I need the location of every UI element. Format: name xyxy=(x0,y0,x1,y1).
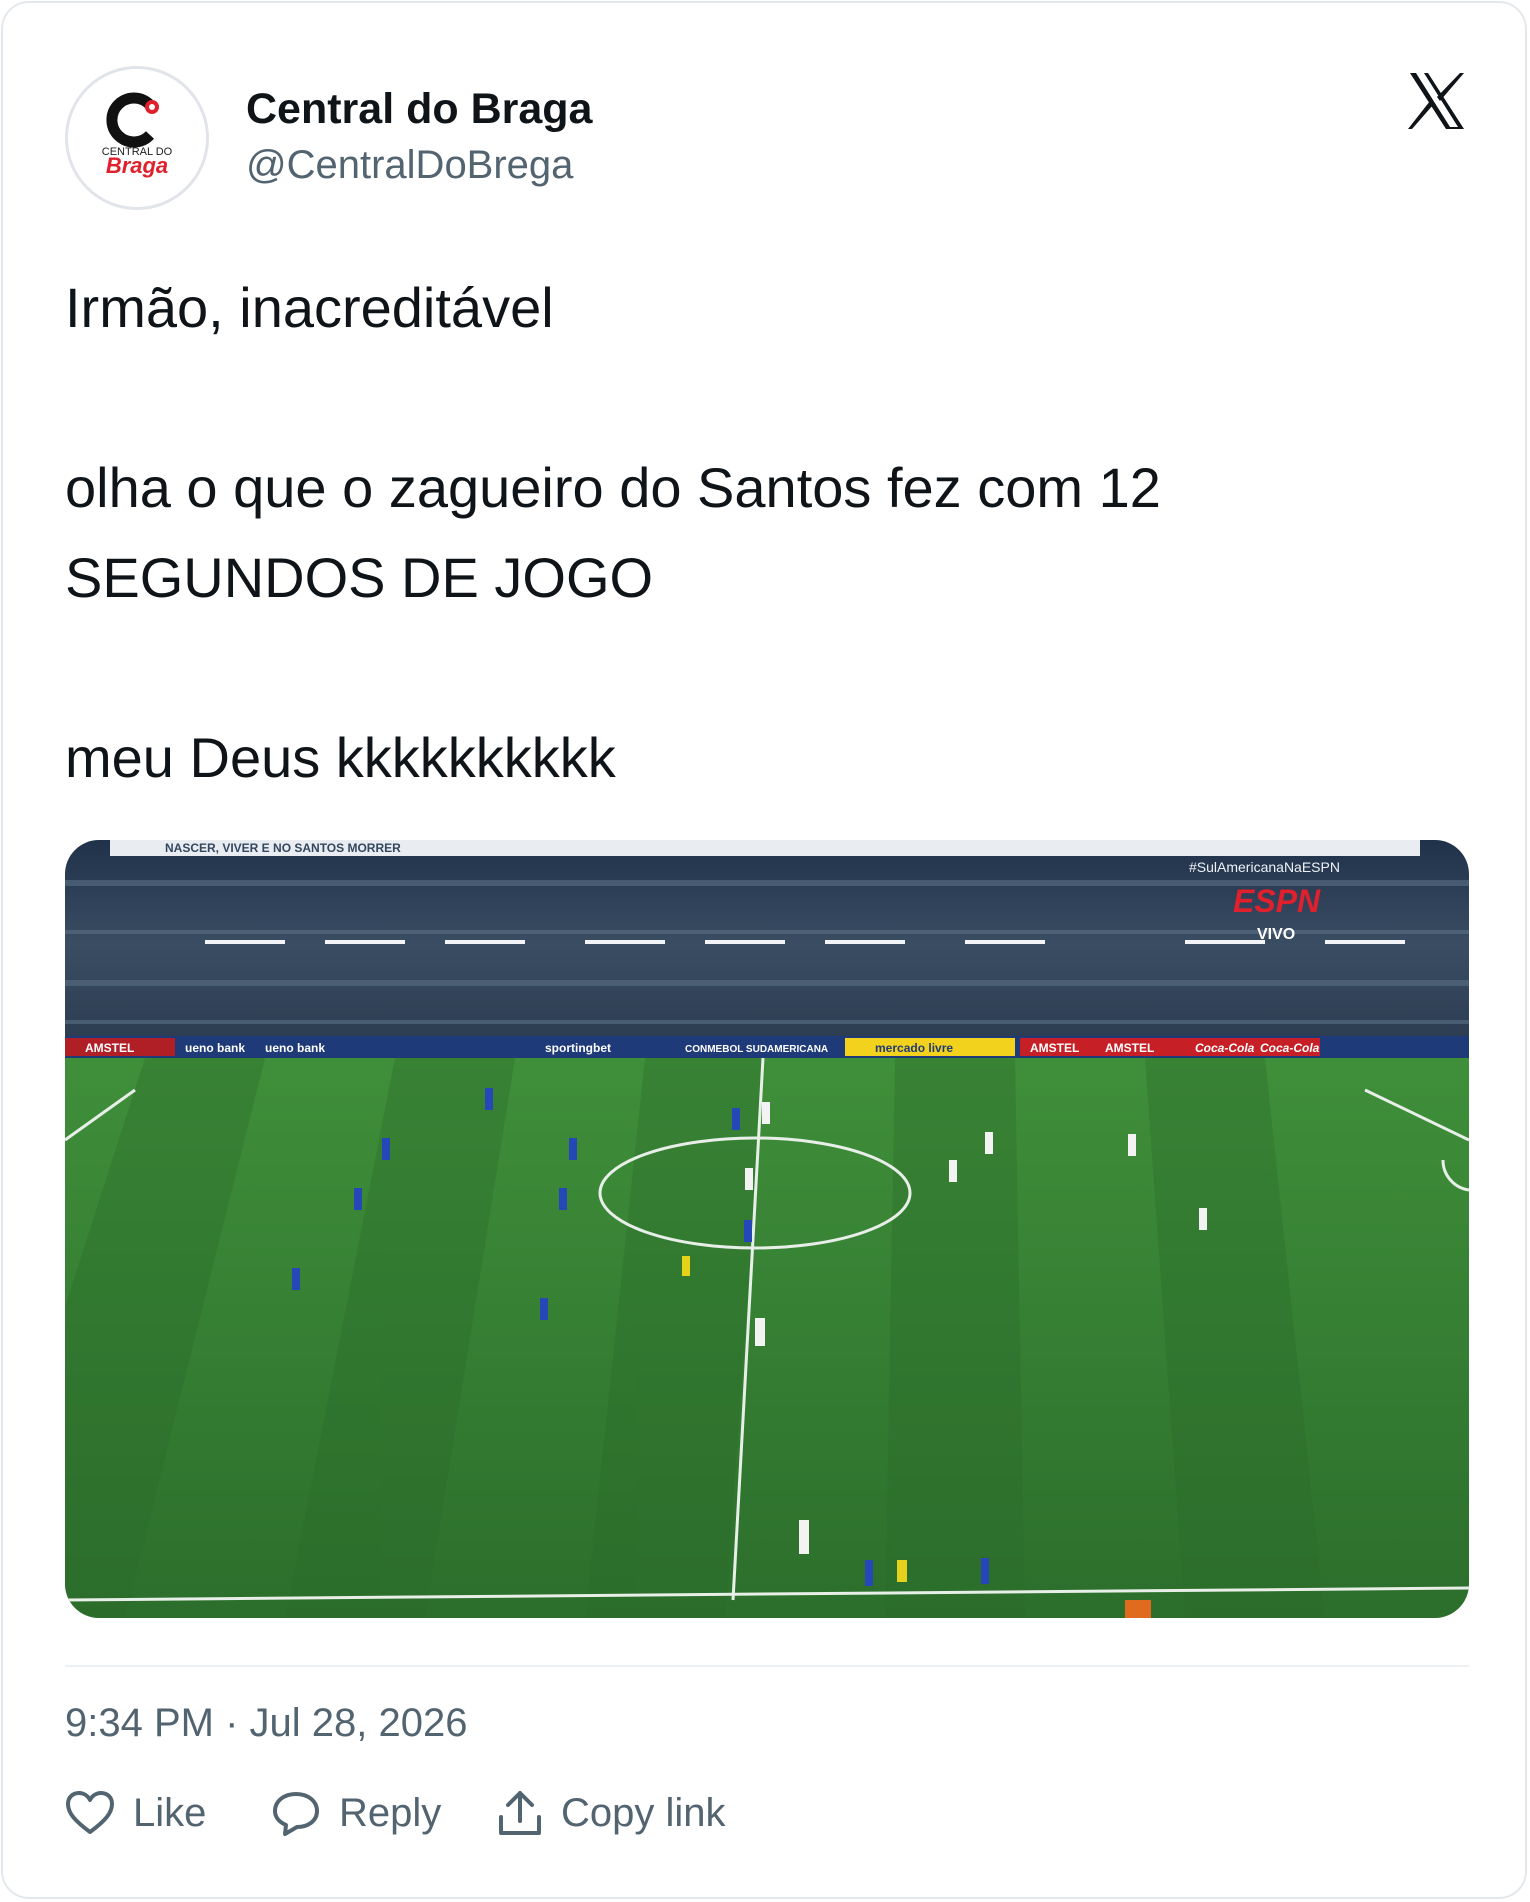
avatar-text-bottom: Braga xyxy=(106,153,168,178)
tweet-card: CENTRAL DO Braga Central do Braga @Centr… xyxy=(1,1,1527,1899)
tweet-text: Irmão, inacreditável olha o que o zaguei… xyxy=(65,276,1161,789)
x-logo-icon[interactable] xyxy=(1406,71,1466,131)
ad-board-6: mercado livre xyxy=(875,1041,953,1055)
tweet-timestamp[interactable]: 9:34 PM · Jul 28, 2026 xyxy=(65,1701,467,1746)
live-label: VIVO xyxy=(1257,926,1295,943)
ad-board-2: ueno bank xyxy=(185,1041,245,1055)
author-handle[interactable]: @CentralDoBrega xyxy=(246,143,573,188)
speech-bubble-icon xyxy=(273,1792,319,1836)
avatar[interactable]: CENTRAL DO Braga xyxy=(65,66,209,210)
hashtag-overlay: #SulAmericanaNaESPN xyxy=(1189,859,1340,875)
reply-button[interactable]: Reply xyxy=(271,1785,441,1841)
heart-icon xyxy=(66,1791,114,1834)
upload-icon xyxy=(499,1791,541,1835)
author-name[interactable]: Central do Braga xyxy=(246,85,592,134)
copy-link-button[interactable]: Copy link xyxy=(497,1785,726,1841)
ad-board-9: Coca-Cola xyxy=(1195,1041,1255,1055)
ad-board-4: sportingbet xyxy=(545,1041,611,1055)
ad-board-1: AMSTEL xyxy=(85,1041,134,1055)
like-button[interactable]: Like xyxy=(65,1785,206,1841)
ad-board-8: AMSTEL xyxy=(1105,1041,1154,1055)
ad-board-10: Coca-Cola xyxy=(1260,1041,1320,1055)
video-thumbnail[interactable]: NASCER, VIVER E NO SANTOS MORRER #SulAme… xyxy=(65,840,1469,1618)
ad-board-7: AMSTEL xyxy=(1030,1041,1079,1055)
stadium-banner: NASCER, VIVER E NO SANTOS MORRER xyxy=(165,841,401,855)
ad-board-5: CONMEBOL SUDAMERICANA xyxy=(685,1044,828,1055)
like-label: Like xyxy=(133,1790,207,1835)
stadium-scene: NASCER, VIVER E NO SANTOS MORRER #SulAme… xyxy=(65,840,1469,1618)
divider xyxy=(65,1665,1469,1667)
espn-logo: ESPN xyxy=(1233,883,1321,919)
reply-label: Reply xyxy=(339,1790,442,1835)
central-do-braga-logo: CENTRAL DO Braga xyxy=(68,69,206,207)
copy-link-label: Copy link xyxy=(561,1790,726,1835)
ad-board-3: ueno bank xyxy=(265,1041,325,1055)
